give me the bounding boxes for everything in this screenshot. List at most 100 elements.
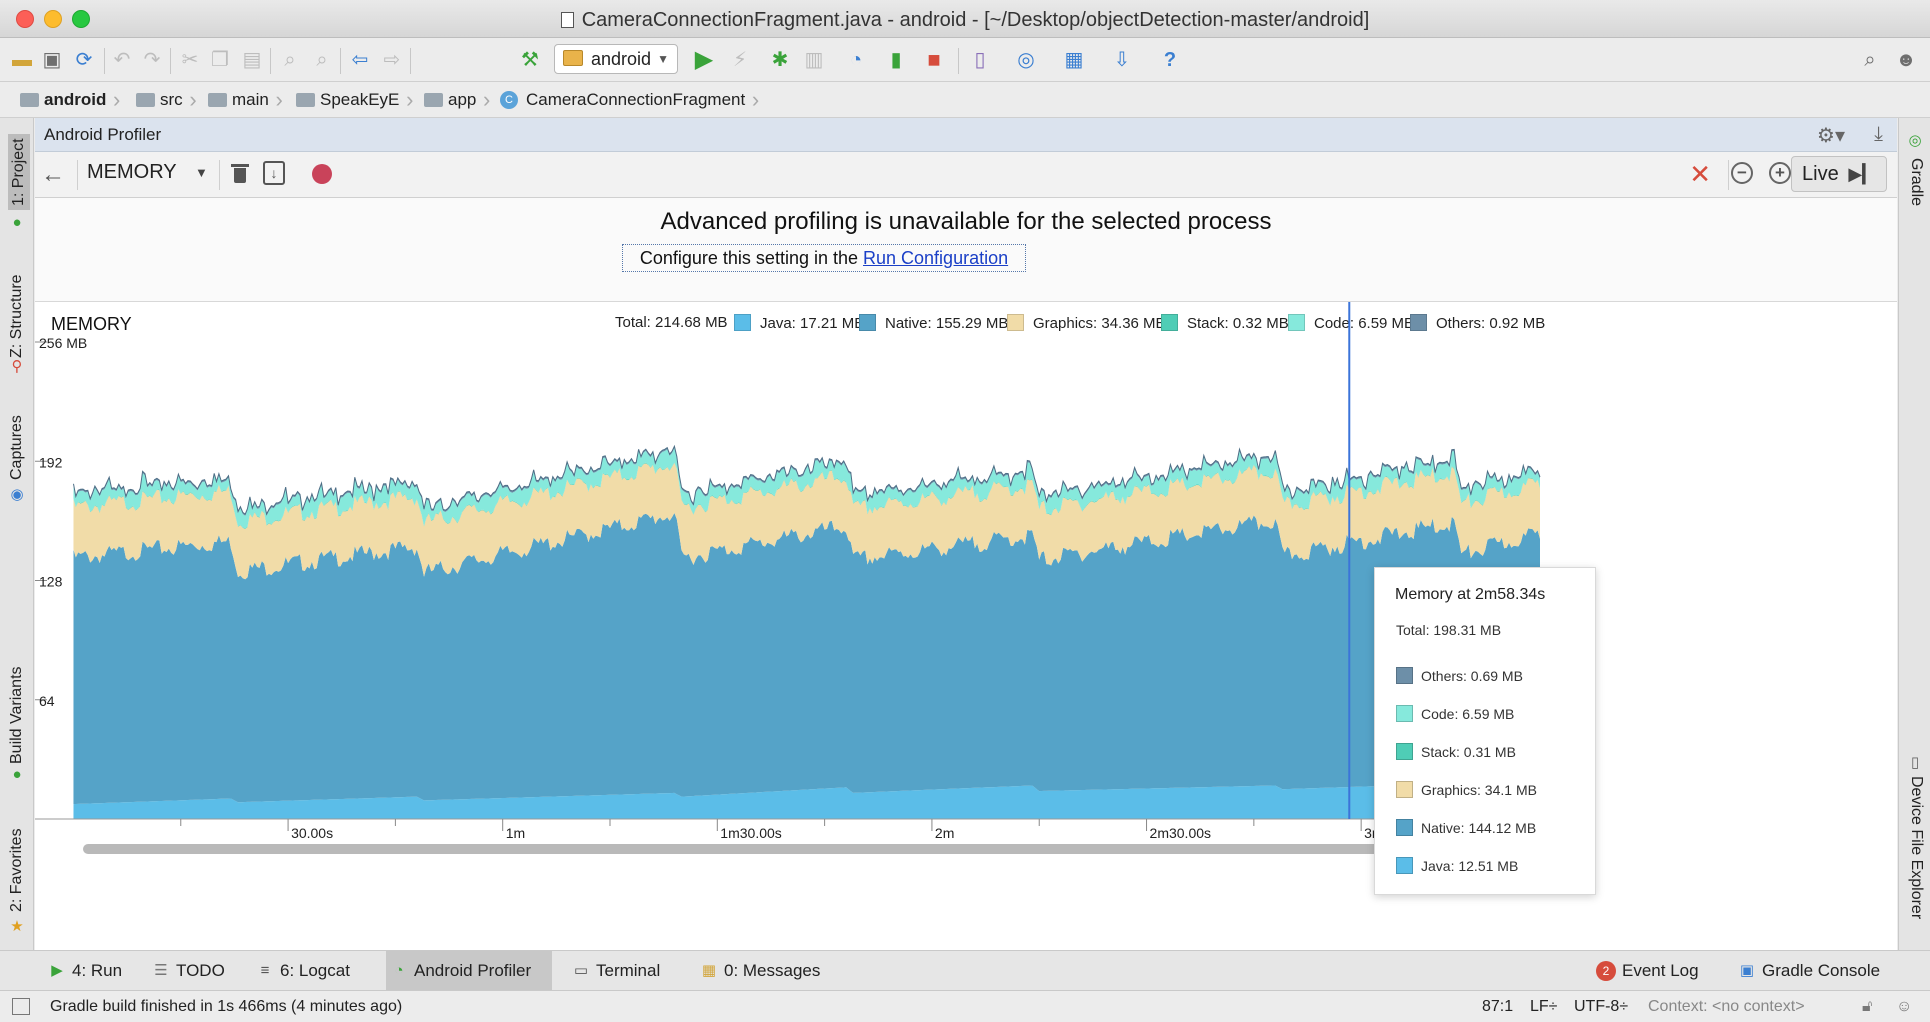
coverage-icon[interactable]: ▮ [882,46,910,74]
warning-text: Configure this setting in the Run Config… [622,244,1026,272]
run-icon[interactable]: ▶ [690,46,718,74]
gradle-console-button[interactable]: ▣ Gradle Console [1734,951,1880,991]
tooltip-row-native: Native: 144.12 MB [1396,819,1536,836]
profiler-selector[interactable]: MEMORY ▼ [87,161,208,184]
find-icon[interactable]: ⌕ [276,46,304,74]
redo-icon[interactable]: ↷ [138,46,166,74]
back-icon[interactable]: ⇦ [346,46,374,74]
search-icon[interactable]: ⌕ [1856,46,1884,74]
android-icon: ● [12,766,22,783]
folder-icon [20,93,39,107]
terminal-icon: ▭ [573,962,589,979]
save-icon[interactable]: ▣ [38,46,66,74]
replace-icon[interactable]: ⌕ [308,46,336,74]
debug-icon[interactable]: ✱ [766,46,794,74]
folder-icon [424,93,443,107]
chevron-down-icon: ▼ [195,165,208,180]
stop-session-icon[interactable]: ✕ [1689,159,1711,190]
run-configuration-link[interactable]: Run Configuration [863,248,1008,268]
cursor-position[interactable]: 87:1 [1482,998,1513,1016]
tab-build-variants[interactable]: Build Variants [8,666,26,764]
gear-icon[interactable]: ⚙▾ [1817,123,1845,148]
y-tick-label: 64 [39,693,55,709]
open-folder-icon[interactable]: ▬ [8,46,36,74]
tab-todo[interactable]: ☰ TODO [148,951,225,991]
breadcrumb-src[interactable]: src › [132,82,197,118]
chevron-down-icon: ▼ [657,52,669,66]
tab-project[interactable]: 1: Project [8,134,30,210]
status-message: Gradle build finished in 1s 466ms (4 min… [50,998,403,1015]
file-encoding[interactable]: UTF-8÷ [1574,998,1628,1016]
tab-messages[interactable]: ▦ 0: Messages [696,951,820,991]
hide-panel-icon[interactable]: ⤓ [1874,123,1883,146]
x-tick-label: 1m [506,825,525,841]
build-hammer-icon[interactable]: ⚒ [516,46,544,74]
file-icon [560,12,574,28]
project-structure-icon[interactable]: ▦ [1060,46,1088,74]
profiler-title: Android Profiler [44,125,162,144]
record-button[interactable] [312,164,332,184]
sdk-manager-icon[interactable]: ⇩ [1108,46,1136,74]
back-arrow-icon[interactable]: ← [41,161,65,189]
breadcrumb-speakeye[interactable]: SpeakEyE › [292,82,413,118]
tab-terminal[interactable]: ▭ Terminal [568,951,660,991]
console-icon: ▣ [1739,962,1755,979]
profile-icon[interactable]: ▥ [800,46,828,74]
tooltip-row-code: Code: 6.59 MB [1396,705,1514,722]
trash-icon[interactable] [231,162,249,184]
user-icon[interactable]: ☻ [1892,46,1920,74]
camera-icon: ◉ [10,486,24,503]
toggle-tool-windows-icon[interactable] [12,998,30,1015]
apply-changes-icon[interactable]: ⚡ [726,46,754,74]
forward-icon[interactable]: ⇨ [378,46,406,74]
sync-icon[interactable]: ⟳ [70,46,98,74]
bottom-tool-tabs: ▶ 4: Run ☰ TODO ≡ 6: Logcat ◔ Android Profil… [0,950,1930,991]
paste-icon[interactable]: ▤ [238,46,266,74]
help-icon[interactable]: ? [1156,46,1184,74]
inspector-icon[interactable]: ☺ [1896,998,1912,1016]
tooltip-row-stack: Stack: 0.31 MB [1396,743,1516,760]
tab-captures[interactable]: Captures [8,415,26,480]
tooltip-row-java: Java: 12.51 MB [1396,857,1518,874]
tab-run[interactable]: ▶ 4: Run [44,951,122,991]
event-log-button[interactable]: 2 Event Log [1594,951,1699,991]
breadcrumb-class[interactable]: C CameraConnectionFragment › [498,82,759,118]
zoom-in-icon[interactable]: + [1769,162,1791,184]
breadcrumb-android[interactable]: android › [16,82,120,118]
star-icon: ★ [10,918,24,935]
run-config-select[interactable]: android ▼ [554,44,678,74]
android-module-icon [563,50,583,66]
line-separator[interactable]: LF÷ [1530,998,1557,1016]
right-tool-strip: ◎ Gradle ▯ Device File Explorer [1898,118,1930,950]
title-bar: CameraConnectionFragment.java - android … [0,0,1930,38]
memory-chart[interactable]: 256 MB 192 128 64 30.00s 1m 1m30.00s 2m 2m30.00s… [35,302,1897,950]
undo-icon[interactable]: ↶ [108,46,136,74]
stop-icon[interactable]: ■ [920,46,948,74]
zoom-out-icon[interactable]: − [1731,162,1753,184]
profiler-header: Android Profiler ⚙▾ ⤓ [35,118,1897,152]
tab-device-file-explorer[interactable]: Device File Explorer [1907,776,1925,919]
folder-icon [296,93,315,107]
window-title: CameraConnectionFragment.java - android … [0,9,1930,32]
sync-gradle-icon[interactable]: ◎ [1012,46,1040,74]
live-button[interactable]: Live ▶▎ [1791,156,1887,192]
breadcrumb-main[interactable]: main › [204,82,283,118]
event-count-badge: 2 [1596,961,1616,981]
tab-favorites[interactable]: 2: Favorites [8,828,26,912]
attach-debugger-icon[interactable]: ◔ [842,46,870,74]
android-profiler-panel: Android Profiler ⚙▾ ⤓ ← MEMORY ▼ ↓ ✕ − +… [35,118,1897,950]
profiler-icon: ◔ [394,962,404,979]
breadcrumb: android › src › main › SpeakEyE › app › C Came… [0,82,1930,118]
tab-gradle[interactable]: Gradle [1907,158,1925,206]
lock-icon[interactable]: 🔓︎ [1862,998,1872,1016]
tab-structure[interactable]: Z: Structure [8,274,26,358]
status-bar: Gradle build finished in 1s 466ms (4 min… [0,990,1930,1022]
cut-icon[interactable]: ✂ [176,46,204,74]
tab-android-profiler[interactable]: ◔ Android Profiler [386,951,552,991]
tab-logcat[interactable]: ≡ 6: Logcat [252,951,350,991]
y-tick-label: 256 MB [39,335,87,351]
heap-dump-icon[interactable]: ↓ [263,161,285,185]
copy-icon[interactable]: ❐ [206,46,234,74]
breadcrumb-app[interactable]: app › [420,82,490,118]
avd-manager-icon[interactable]: ▯ [966,46,994,74]
